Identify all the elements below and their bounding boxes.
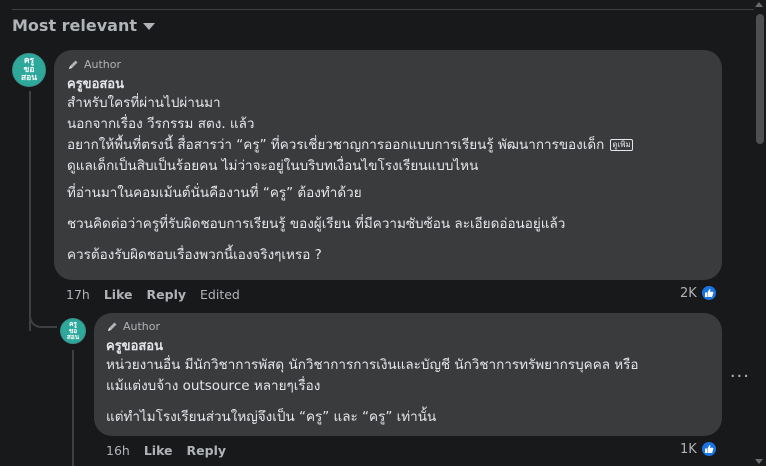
comment-line: สำหรับใครที่ผ่านไปผ่านมา [67,95,221,111]
edited-label[interactable]: Edited [200,287,240,302]
reaction-count: 1K [680,441,697,457]
reply-button[interactable]: Reply [147,287,186,302]
scrollbar-thumb[interactable] [756,14,764,144]
scroll-up-arrow-icon[interactable] [755,2,763,7]
thumbs-up-icon [699,440,718,458]
timestamp[interactable]: 16h [106,443,130,458]
top-divider [12,9,754,10]
comment-line: นอกจากเรื่อง วีรกรรม สตง. แล้ว [67,116,255,132]
thumbs-up-icon [699,284,718,302]
more-options-icon[interactable]: ··· [730,366,750,387]
see-more-chip[interactable]: ดูเพิ่ม [610,139,633,151]
commenter-name[interactable]: ครูขอสอน [106,335,710,356]
reaction-count: 2K [680,285,697,301]
reply-bubble: Author ครูขอสอน หน่วยงานอื่น มีนักวิชากา… [94,313,722,436]
thread-connector [29,302,57,328]
avatar[interactable]: ครู ขอ สอน [12,53,46,87]
like-button[interactable]: Like [144,443,173,458]
comment-line: ดูแลเด็กเป็นสิบเป็นร้อยคน ไม่ว่าจะอยู่ใน… [67,158,479,174]
avatar-text: สอน [66,333,80,342]
sort-dropdown[interactable]: Most relevant [12,16,155,35]
commenter-name[interactable]: ครูขอสอน [67,73,710,94]
reply-actions: 16h Like Reply [106,443,226,458]
comment-actions: 17h Like Reply Edited [66,287,240,302]
comment-line: ควรต้องรับผิดชอบเรื่องพวกนี้เองจริงๆเหรอ… [67,247,322,263]
scroll-down-arrow-icon[interactable] [755,459,763,464]
comment-line: หน่วยงานอื่น มีนักวิชาการพัสดุ นักวิชากา… [106,357,639,373]
scroll-track[interactable] [754,0,766,466]
comment-line: ชวนคิดต่อว่าครูที่รับผิดชอบการเรียนรู้ ข… [67,216,566,232]
author-badge-label: Author [123,320,161,333]
avatar[interactable]: ครู ขอ สอน [60,318,86,344]
reply-button[interactable]: Reply [187,443,226,458]
like-button[interactable]: Like [104,287,133,302]
author-badge: Author [67,58,710,71]
comment-line: แม้แต่งบจ้าง outsource หลายๆเรื่อง [106,378,321,394]
comment-bubble: Author ครูขอสอน สำหรับใครที่ผ่านไปผ่านมา… [54,50,722,280]
avatar-text: สอน [20,73,38,84]
reaction-summary[interactable]: 1K [680,440,718,458]
pencil-icon [108,322,117,331]
caret-down-icon [143,23,155,30]
author-badge: Author [106,320,710,333]
comment-line-text: อยากให้พื้นที่ตรงนี้ สื่อสารว่า “ครู” ที… [67,137,605,153]
reply-text: หน่วยงานอื่น มีนักวิชาการพัสดุ นักวิชากา… [106,355,710,428]
author-badge-label: Author [84,58,122,71]
comment-line: อยากให้พื้นที่ตรงนี้ สื่อสารว่า “ครู” ที… [67,135,710,156]
reply-thread-line [72,350,74,466]
comment-line: แต่ทำไมโรงเรียนส่วนใหญ่จึงเป็น “ครู” และ… [106,409,437,425]
sort-label: Most relevant [12,16,137,35]
comment-line: ที่อ่านมาในคอมเม้นต์นั่นคืองานที่ “ครู” … [67,185,362,201]
pencil-icon [69,60,78,69]
timestamp[interactable]: 17h [66,287,90,302]
reaction-summary[interactable]: 2K [680,284,718,302]
comment-text: สำหรับใครที่ผ่านไปผ่านมา นอกจากเรื่อง วี… [67,93,710,266]
thread-line [29,91,31,331]
